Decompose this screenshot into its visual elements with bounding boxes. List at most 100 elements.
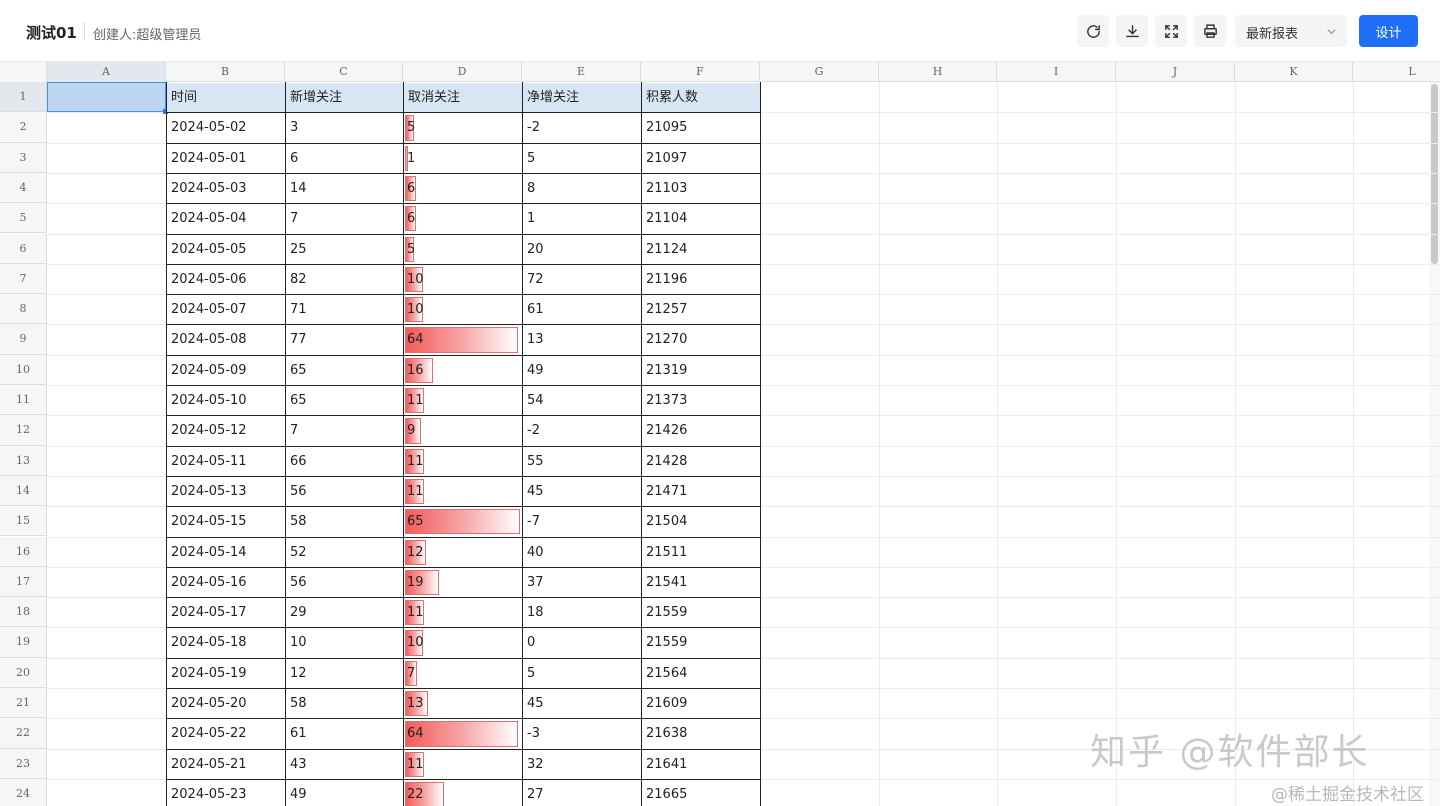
cancel-cell[interactable]: 19 xyxy=(404,568,424,597)
scrollbar-thumb[interactable] xyxy=(1431,84,1438,264)
new-cell[interactable]: 3 xyxy=(286,113,403,142)
net-cell[interactable]: -2 xyxy=(523,113,641,142)
new-cell[interactable]: 12 xyxy=(286,659,403,688)
total-cell[interactable]: 21609 xyxy=(642,689,760,718)
net-cell[interactable]: 72 xyxy=(523,265,641,294)
row-header[interactable]: 6 xyxy=(0,233,47,264)
cancel-cell[interactable]: 11 xyxy=(404,447,424,476)
net-cell[interactable]: 0 xyxy=(523,628,641,657)
date-cell[interactable]: 2024-05-09 xyxy=(167,356,285,385)
new-cell[interactable]: 7 xyxy=(286,204,403,233)
date-cell[interactable]: 2024-05-16 xyxy=(167,568,285,597)
new-cell[interactable]: 65 xyxy=(286,386,403,415)
column-header-a[interactable]: A xyxy=(47,62,166,82)
total-cell[interactable]: 21638 xyxy=(642,719,760,748)
total-cell[interactable]: 21426 xyxy=(642,416,760,445)
cancel-cell[interactable]: 1 xyxy=(404,144,415,173)
net-cell[interactable]: -2 xyxy=(523,416,641,445)
date-cell[interactable]: 2024-05-01 xyxy=(167,144,285,173)
new-cell[interactable]: 49 xyxy=(286,780,403,806)
column-header-k[interactable]: K xyxy=(1235,62,1353,82)
print-button[interactable] xyxy=(1194,15,1226,47)
column-header-i[interactable]: I xyxy=(997,62,1116,82)
cancel-cell[interactable]: 22 xyxy=(404,780,424,806)
row-header[interactable]: 23 xyxy=(0,748,47,779)
cancel-cell[interactable]: 12 xyxy=(404,538,424,567)
column-header-d[interactable]: D xyxy=(403,62,522,82)
row-header[interactable]: 24 xyxy=(0,778,47,806)
row-header[interactable]: 13 xyxy=(0,445,47,476)
total-cell[interactable]: 21104 xyxy=(642,204,760,233)
total-cell[interactable]: 21428 xyxy=(642,447,760,476)
date-cell[interactable]: 2024-05-18 xyxy=(167,628,285,657)
total-cell[interactable]: 21541 xyxy=(642,568,760,597)
total-cell[interactable]: 21319 xyxy=(642,356,760,385)
date-cell[interactable]: 2024-05-14 xyxy=(167,538,285,567)
cancel-cell[interactable]: 11 xyxy=(404,386,424,415)
total-cell[interactable]: 21504 xyxy=(642,507,760,536)
date-cell[interactable]: 2024-05-20 xyxy=(167,689,285,718)
cancel-cell[interactable]: 5 xyxy=(404,235,415,264)
net-cell[interactable]: -3 xyxy=(523,719,641,748)
new-cell[interactable]: 6 xyxy=(286,144,403,173)
download-button[interactable] xyxy=(1116,15,1148,47)
date-cell[interactable]: 2024-05-12 xyxy=(167,416,285,445)
net-cell[interactable]: 54 xyxy=(523,386,641,415)
date-cell[interactable]: 2024-05-08 xyxy=(167,325,285,354)
date-cell[interactable]: 2024-05-22 xyxy=(167,719,285,748)
new-cell[interactable]: 66 xyxy=(286,447,403,476)
design-button[interactable]: 设计 xyxy=(1359,15,1418,47)
spreadsheet[interactable]: ABCDEFGHIJKL 1 2 3 4 5 6 7 8 9 10 11 12 13 14 15 16 17 18… xyxy=(0,62,1440,806)
total-cell[interactable]: 21103 xyxy=(642,174,760,203)
new-cell[interactable]: 14 xyxy=(286,174,403,203)
total-cell[interactable]: 21270 xyxy=(642,325,760,354)
report-version-select[interactable]: 最新报表 xyxy=(1235,15,1347,47)
net-cell[interactable]: 5 xyxy=(523,144,641,173)
column-header-g[interactable]: G xyxy=(760,62,879,82)
row-header[interactable]: 19 xyxy=(0,627,47,658)
row-header[interactable]: 1 xyxy=(0,82,47,113)
date-cell[interactable]: 2024-05-19 xyxy=(167,659,285,688)
row-header[interactable]: 22 xyxy=(0,718,47,749)
row-header[interactable]: 10 xyxy=(0,354,47,385)
row-header[interactable]: 5 xyxy=(0,203,47,234)
table-header-cell[interactable]: 时间 xyxy=(167,83,285,113)
row-header[interactable]: 2 xyxy=(0,112,47,143)
table-header-cell[interactable]: 积累人数 xyxy=(642,83,760,113)
new-cell[interactable]: 43 xyxy=(286,750,403,779)
date-cell[interactable]: 2024-05-07 xyxy=(167,295,285,324)
date-cell[interactable]: 2024-05-10 xyxy=(167,386,285,415)
column-header-j[interactable]: J xyxy=(1116,62,1235,82)
date-cell[interactable]: 2024-05-03 xyxy=(167,174,285,203)
new-cell[interactable]: 7 xyxy=(286,416,403,445)
table-header-cell[interactable]: 新增关注 xyxy=(286,83,403,113)
refresh-button[interactable] xyxy=(1077,15,1109,47)
total-cell[interactable]: 21564 xyxy=(642,659,760,688)
column-header-h[interactable]: H xyxy=(879,62,997,82)
row-header[interactable]: 8 xyxy=(0,294,47,325)
new-cell[interactable]: 29 xyxy=(286,598,403,627)
new-cell[interactable]: 82 xyxy=(286,265,403,294)
row-header[interactable]: 21 xyxy=(0,688,47,719)
net-cell[interactable]: 45 xyxy=(523,689,641,718)
total-cell[interactable]: 21559 xyxy=(642,598,760,627)
net-cell[interactable]: 8 xyxy=(523,174,641,203)
net-cell[interactable]: 32 xyxy=(523,750,641,779)
new-cell[interactable]: 25 xyxy=(286,235,403,264)
date-cell[interactable]: 2024-05-23 xyxy=(167,780,285,806)
column-header-e[interactable]: E xyxy=(522,62,641,82)
total-cell[interactable]: 21471 xyxy=(642,477,760,506)
new-cell[interactable]: 58 xyxy=(286,689,403,718)
net-cell[interactable]: 20 xyxy=(523,235,641,264)
cancel-cell[interactable]: 11 xyxy=(404,750,424,779)
date-cell[interactable]: 2024-05-06 xyxy=(167,265,285,294)
new-cell[interactable]: 58 xyxy=(286,507,403,536)
total-cell[interactable]: 21257 xyxy=(642,295,760,324)
column-header-l[interactable]: L xyxy=(1353,62,1440,82)
row-header[interactable]: 4 xyxy=(0,172,47,204)
cancel-cell[interactable]: 13 xyxy=(404,689,424,718)
row-header[interactable]: 3 xyxy=(0,142,47,173)
cancel-cell[interactable]: 7 xyxy=(404,659,415,688)
row-header[interactable]: 7 xyxy=(0,263,47,295)
cancel-cell[interactable]: 5 xyxy=(404,113,415,142)
